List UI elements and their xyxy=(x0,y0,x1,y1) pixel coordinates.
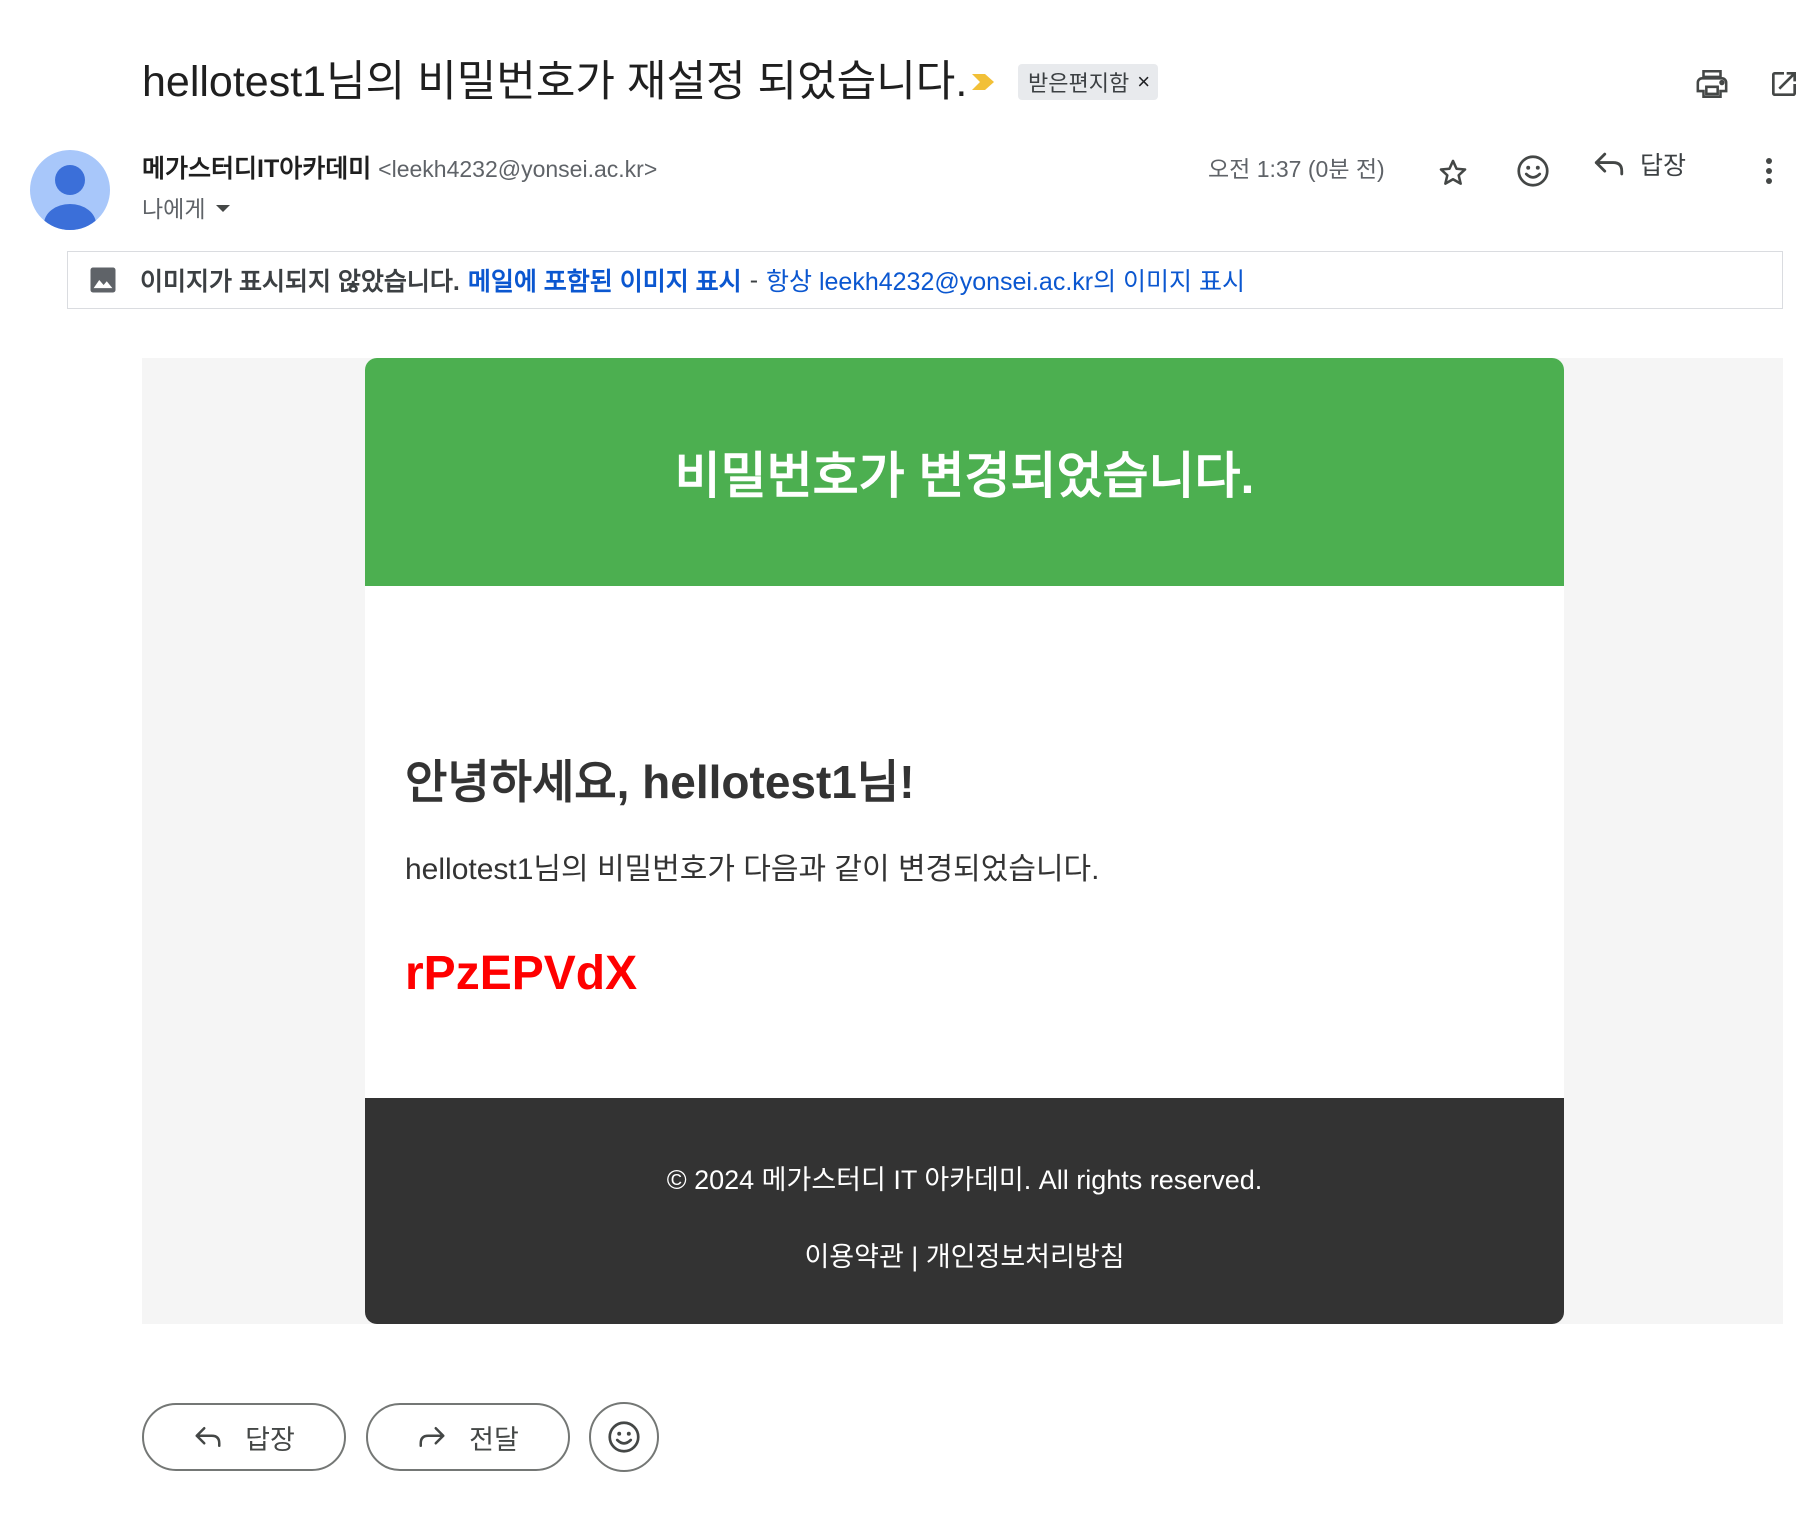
remove-label-button[interactable]: × xyxy=(1137,71,1150,93)
email-subject: hellotest1님의 비밀번호가 재설정 되었습니다. xyxy=(142,58,968,106)
images-hidden-bar: 이미지가 표시되지 않았습니다. 메일에 포함된 이미지 표시 - 항상 lee… xyxy=(67,251,1783,309)
open-in-new-window-icon[interactable] xyxy=(1762,62,1806,106)
reply-button-label: 답장 xyxy=(245,1424,295,1455)
footer-links[interactable]: 이용약관 | 개인정보처리방침 xyxy=(365,1235,1564,1274)
more-vert-icon[interactable] xyxy=(1744,146,1794,196)
emoji-reaction-button[interactable] xyxy=(589,1402,659,1472)
sender-name[interactable]: 메가스터디IT아카데미 xyxy=(142,155,371,183)
sender-email: <leekh4232@yonsei.ac.kr> xyxy=(378,156,658,182)
reply-label: 답장 xyxy=(1640,152,1687,180)
forward-button-label: 전달 xyxy=(469,1424,519,1455)
email-timestamp: 오전 1:37 (0분 전) xyxy=(1208,156,1385,182)
always-show-images-link[interactable]: 항상 leekh4232@yonsei.ac.kr의 이미지 표시 xyxy=(766,262,1245,298)
sender-avatar[interactable] xyxy=(30,150,110,230)
forward-icon xyxy=(417,1424,447,1450)
sender-info: 메가스터디IT아카데미 <leekh4232@yonsei.ac.kr> xyxy=(142,150,657,188)
email-header-banner: 비밀번호가 변경되었습니다. xyxy=(365,358,1564,586)
email-footer: © 2024 메가스터디 IT 아카데미. All rights reserve… xyxy=(365,1098,1564,1324)
emoji-reaction-icon[interactable] xyxy=(1508,146,1558,196)
recipient-dropdown[interactable]: 나에게 xyxy=(142,192,231,226)
email-message: hellotest1님의 비밀번호가 다음과 같이 변경되었습니다. xyxy=(405,853,1100,886)
inbox-label-chip: 받은편지함 × xyxy=(1018,64,1159,100)
reply-button-top[interactable]: 답장 xyxy=(1592,146,1686,182)
forward-button[interactable]: 전달 xyxy=(366,1403,570,1471)
show-images-link[interactable]: 메일에 포함된 이미지 표시 xyxy=(468,262,742,298)
importance-marker-icon[interactable] xyxy=(969,68,997,96)
dropdown-caret-icon xyxy=(215,204,231,214)
recipient-label: 나에게 xyxy=(142,196,206,222)
email-content: 안녕하세요, hellotest1님! hellotest1님의 비밀번호가 다… xyxy=(365,586,1564,1098)
reply-button[interactable]: 답장 xyxy=(142,1403,346,1471)
email-greeting: 안녕하세요, hellotest1님! xyxy=(405,756,915,808)
email-card: 비밀번호가 변경되었습니다. 안녕하세요, hellotest1님! hello… xyxy=(365,358,1564,1324)
emoji-reaction-icon xyxy=(606,1419,642,1455)
new-password: rPzEPVdX xyxy=(405,947,638,1000)
reply-icon xyxy=(193,1424,223,1450)
email-header-title: 비밀번호가 변경되었습니다. xyxy=(674,448,1255,504)
star-icon[interactable] xyxy=(1428,148,1478,198)
image-icon xyxy=(88,265,118,295)
images-hidden-notice: 이미지가 표시되지 않았습니다. xyxy=(140,268,460,296)
print-icon[interactable] xyxy=(1690,62,1734,106)
label-name: 받은편지함 xyxy=(1028,71,1130,96)
link-separator: - xyxy=(749,265,759,294)
copyright-text: © 2024 메가스터디 IT 아카데미. All rights reserve… xyxy=(666,1165,1263,1195)
reply-icon xyxy=(1592,149,1626,179)
